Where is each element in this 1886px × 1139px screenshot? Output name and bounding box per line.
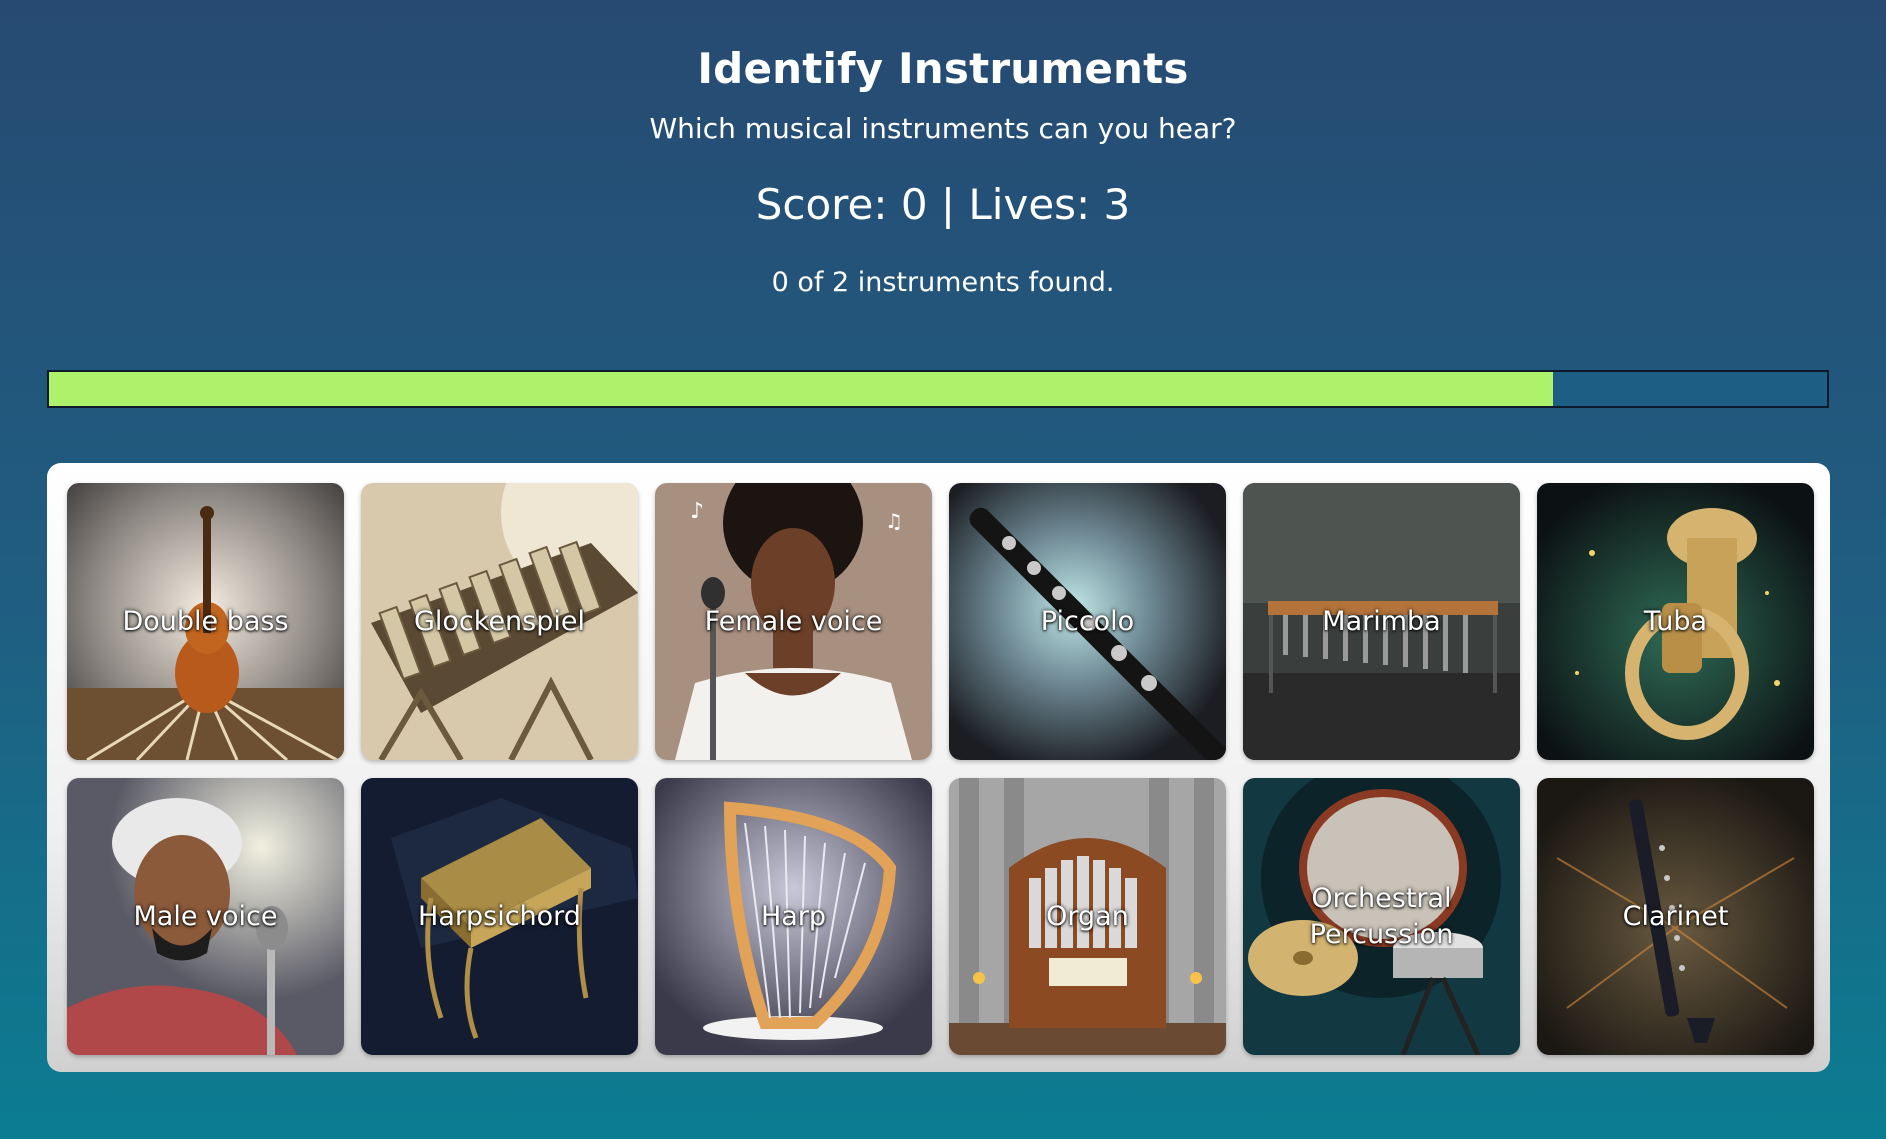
instrument-label: Female voice (704, 605, 883, 637)
instrument-tile-tuba[interactable]: Tuba (1537, 483, 1814, 760)
page-subtitle: Which musical instruments can you hear? (649, 112, 1237, 145)
instrument-tile-female-voice[interactable]: ♪ ♫ Female voice (655, 483, 932, 760)
instrument-label: Double bass (122, 605, 289, 637)
score-lives-readout: Score: 0 | Lives: 3 (755, 180, 1131, 229)
instrument-tile-orchestral-percussion[interactable]: Orchestral Percussion (1243, 778, 1520, 1055)
found-count: 0 of 2 instruments found. (771, 267, 1115, 298)
instrument-tile-double-bass[interactable]: Double bass (67, 483, 344, 760)
instrument-grid: Double bass Glockenspiel ♪ ♫ Female voic… (67, 483, 1814, 1055)
instrument-tile-clarinet[interactable]: Clarinet (1537, 778, 1814, 1055)
instrument-tile-glockenspiel[interactable]: Glockenspiel (361, 483, 638, 760)
instrument-label: Clarinet (1622, 900, 1729, 932)
instrument-label: Glockenspiel (413, 605, 585, 637)
instrument-tile-marimba[interactable]: Marimba (1243, 483, 1520, 760)
instrument-label: Tuba (1643, 605, 1708, 637)
instrument-label: Harp (760, 900, 827, 932)
instrument-label: Male voice (133, 900, 278, 932)
timer-progress-bar (47, 370, 1829, 408)
instrument-tile-harpsichord[interactable]: Harpsichord (361, 778, 638, 1055)
instrument-label: Orchestral Percussion (1309, 882, 1454, 950)
instrument-tile-organ[interactable]: Organ (949, 778, 1226, 1055)
instrument-grid-panel: Double bass Glockenspiel ♪ ♫ Female voic… (47, 463, 1830, 1072)
instrument-label: Marimba (1322, 605, 1441, 637)
instrument-tile-harp[interactable]: Harp (655, 778, 932, 1055)
page-title: Identify Instruments (697, 44, 1189, 93)
instrument-label: Organ (1046, 900, 1129, 932)
instrument-tile-male-voice[interactable]: Male voice (67, 778, 344, 1055)
instrument-tile-piccolo[interactable]: Piccolo (949, 483, 1226, 760)
timer-progress-fill (49, 372, 1554, 406)
instrument-label: Piccolo (1040, 605, 1135, 637)
instrument-label: Harpsichord (418, 900, 581, 932)
